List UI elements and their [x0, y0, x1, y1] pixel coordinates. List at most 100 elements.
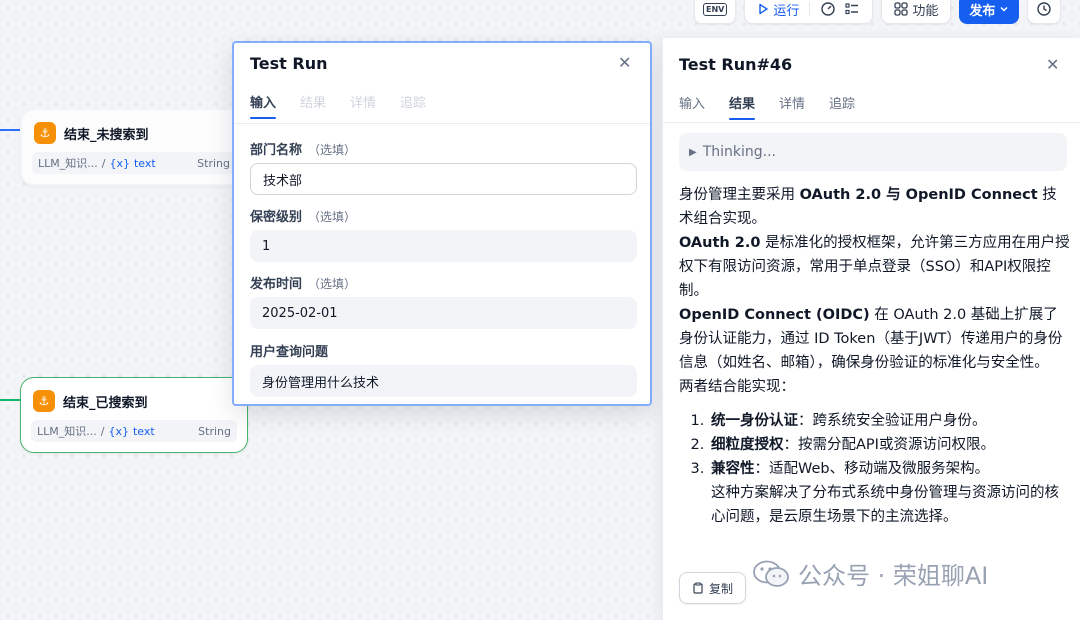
node-header: ⚓ 结束_已搜索到 — [21, 378, 247, 420]
list-item: 统一身份认证：跨系统安全验证用户身份。 — [709, 409, 1071, 433]
thinking-label: Thinking... — [702, 144, 776, 160]
node-title: 结束_已搜索到 — [63, 395, 148, 411]
node-header: ⚓ 结束_未搜索到 — [22, 110, 246, 152]
watermark: 公众号 · 荣姐聊AI — [752, 556, 988, 591]
text-span: ：按需分配API或资源访问权限。 — [783, 437, 995, 453]
tab-result[interactable]: 结果 — [300, 92, 326, 119]
variables-button[interactable] — [840, 1, 864, 17]
tab-detail[interactable]: 详情 — [779, 93, 805, 120]
edge-line — [0, 129, 20, 131]
label-text: 用户查询问题 — [250, 345, 329, 360]
workflow-node-end[interactable]: ⚓ 结束_未搜索到 LLM_知识... / {x} text String — [20, 108, 248, 186]
result-list: 统一身份认证：跨系统安全验证用户身份。 细粒度授权：按需分配API或资源访问权限… — [679, 409, 1071, 529]
security-level-input[interactable]: 1 — [250, 230, 637, 262]
panel-divider — [663, 122, 1080, 123]
bold-span: 兼容性 — [711, 461, 755, 477]
result-paragraph: 两者结合能实现： — [679, 379, 795, 395]
variable-separator: / — [101, 156, 106, 170]
bold-span: OAuth 2.0 与 OpenID Connect — [799, 187, 1038, 203]
features-label: 功能 — [912, 3, 939, 19]
run-group: 运行 — [744, 0, 874, 24]
optional-tag: （选填） — [308, 210, 357, 224]
variable-name: text — [133, 156, 156, 170]
result-paragraph: OpenID Connect (OIDC) 在 OAuth 2.0 基础上扩展了… — [679, 303, 1071, 375]
label-text: 发布时间 — [250, 277, 303, 292]
features-inner: 功能 — [890, 0, 942, 19]
variable-type: String — [198, 424, 231, 438]
variable-type: String — [197, 156, 230, 170]
label-text: 部门名称 — [250, 143, 303, 158]
dialog-divider — [234, 123, 650, 124]
bold-span: OpenID Connect (OIDC) — [679, 307, 870, 323]
variable-icon: {x} — [108, 424, 129, 438]
grid-icon — [894, 2, 909, 16]
variable-icon: {x} — [109, 156, 130, 170]
tab-trace[interactable]: 追踪 — [829, 93, 855, 120]
watermark-text: 公众号 · 荣姐聊AI — [798, 562, 989, 590]
bold-span: 统一身份认证 — [711, 413, 798, 429]
history-icon — [1037, 2, 1052, 16]
close-icon[interactable]: ✕ — [1046, 55, 1059, 74]
run-button[interactable]: 运行 — [753, 0, 803, 19]
run-label: 运行 — [773, 3, 800, 19]
result-paragraph: 身份管理主要采用 OAuth 2.0 与 OpenID Connect 技术组合… — [679, 183, 1071, 231]
env-icon: ENV — [703, 2, 728, 16]
panel-title: Test Run#46 — [679, 55, 793, 74]
copy-label: 复制 — [709, 581, 734, 596]
end-node-icon: ⚓ — [34, 122, 56, 144]
dialog-tabs: 输入 结果 详情 追踪 — [250, 92, 426, 119]
publish-date-input[interactable]: 2025-02-01 — [250, 297, 637, 329]
dialog-title: Test Run — [250, 54, 328, 73]
features-button[interactable]: 功能 — [881, 0, 952, 24]
publish-button[interactable]: 发布 — [959, 0, 1020, 24]
top-toolbar: ENV 运行 功能 发布 — [694, 0, 1062, 24]
run-result-panel: Test Run#46 ✕ 输入 结果 详情 追踪 ▶ Thinking... … — [662, 38, 1080, 620]
result-content: 身份管理主要采用 OAuth 2.0 与 OpenID Connect 技术组合… — [679, 183, 1071, 529]
thinking-toggle[interactable]: ▶ Thinking... — [679, 133, 1067, 171]
conclusion-text: 这种方案解决了分布式系统中身份管理与资源访问的核心问题，是云原生场景下的主流选择… — [711, 485, 1059, 525]
bold-span: OAuth 2.0 — [679, 235, 761, 251]
list-item: 细粒度授权：按需分配API或资源访问权限。 — [709, 433, 1071, 457]
optional-tag: （选填） — [308, 143, 357, 157]
variable-separator: / — [100, 424, 105, 438]
chevron-down-icon — [1000, 6, 1008, 12]
env-button[interactable]: ENV — [694, 0, 737, 24]
node-title: 结束_未搜索到 — [64, 127, 149, 143]
end-node-icon: ⚓ — [33, 390, 55, 412]
toolbar-divider — [809, 2, 811, 16]
text-span: 身份管理主要采用 — [679, 187, 800, 203]
gauge-icon — [821, 2, 836, 16]
clipboard-icon — [693, 582, 703, 594]
variable-source: LLM_知识... — [37, 425, 97, 438]
user-query-input[interactable]: 身份管理用什么技术 — [250, 365, 637, 397]
checklist-button[interactable] — [816, 1, 840, 17]
close-icon[interactable]: ✕ — [618, 53, 631, 72]
panel-tabs: 输入 结果 详情 追踪 — [679, 93, 855, 120]
edge-line — [0, 399, 20, 401]
tab-result[interactable]: 结果 — [729, 93, 756, 120]
result-paragraph: OAuth 2.0 是标准化的授权框架，允许第三方应用在用户授权下有限访问资源，… — [679, 231, 1071, 303]
tab-trace[interactable]: 追踪 — [400, 92, 426, 119]
node-variable-row: LLM_知识... / {x} text String — [31, 420, 237, 442]
field-label-user-query: 用户查询问题 — [250, 341, 328, 360]
bold-span: 细粒度授权 — [711, 437, 784, 453]
text-span: ：跨系统安全验证用户身份。 — [798, 413, 987, 429]
optional-tag: （选填） — [308, 277, 357, 291]
node-variable-row: LLM_知识... / {x} text String — [32, 152, 236, 174]
play-icon — [759, 3, 769, 15]
variable-source: LLM_知识... — [38, 157, 98, 170]
field-label-department: 部门名称 （选填） — [250, 139, 356, 158]
publish-label: 发布 — [969, 3, 996, 19]
tab-input[interactable]: 输入 — [250, 92, 277, 119]
list-item: 兼容性：适配Web、移动端及微服务架构。这种方案解决了分布式系统中身份管理与资源… — [709, 457, 1071, 529]
tab-input[interactable]: 输入 — [679, 93, 705, 120]
caret-right-icon: ▶ — [689, 146, 697, 158]
text-span: ：适配Web、移动端及微服务架构。 — [754, 461, 990, 477]
workflow-node-end-selected[interactable]: ⚓ 结束_已搜索到 LLM_知识... / {x} text String — [20, 377, 248, 453]
copy-button[interactable]: 复制 — [679, 572, 747, 604]
list-icon — [845, 3, 859, 15]
tab-detail[interactable]: 详情 — [350, 92, 376, 119]
history-button[interactable] — [1027, 0, 1062, 24]
wechat-icon — [753, 560, 789, 587]
department-input[interactable]: 技术部 — [250, 163, 637, 195]
